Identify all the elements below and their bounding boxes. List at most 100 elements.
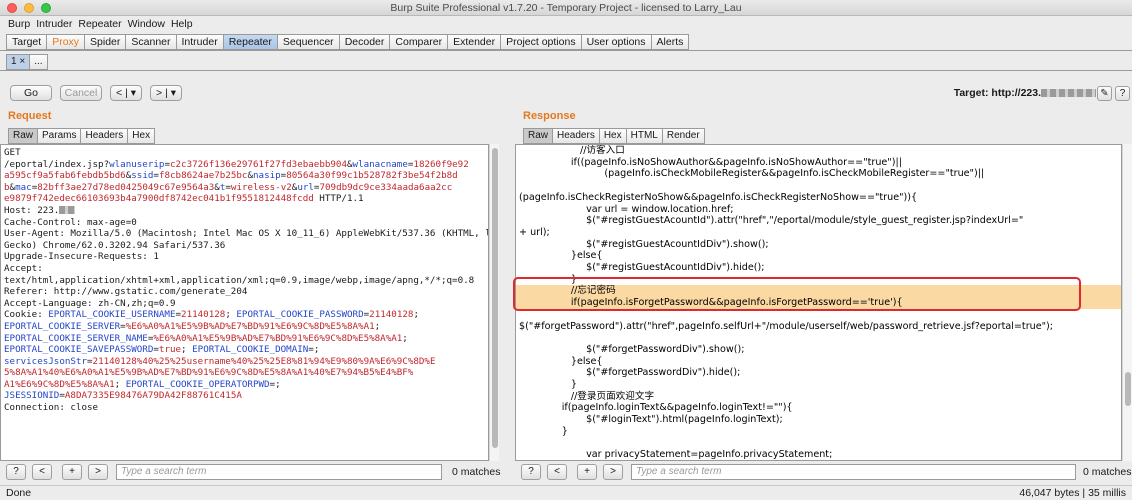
divider [0,70,1132,71]
param-value: c2c3726f136e29761f27fd3ebaebb904 [169,158,347,170]
param-value: e9879f742edec66103693b4a7900df8742ec041b… [4,193,314,205]
param-value: 18260f9e92 [413,158,469,170]
tab-repeater[interactable]: Repeater [222,34,277,50]
request-tab-bar: Raw Params Headers Hex [8,128,156,144]
response-line [519,332,1118,344]
response-line: $("#forgetPassword").attr("href",pageInf… [519,320,1054,332]
request-tab-params[interactable]: Params [38,128,82,144]
menu-window[interactable]: Window [128,18,165,30]
divider [0,50,1132,51]
highlight-annotation-box [513,277,1081,311]
request-text: Upgrade-Insecure-Requests: 1 [4,251,159,263]
search-next-button[interactable]: > [88,464,108,480]
param-name: nasip [253,170,281,182]
response-tab-headers[interactable]: Headers [553,128,600,144]
param-name: servicesJsonStr [4,355,87,367]
tab-alerts[interactable]: Alerts [650,34,690,50]
response-line: var privacyStatement=pageInfo.privacySta… [519,449,833,461]
tab-user-options[interactable]: User options [580,34,651,50]
tab-sequencer[interactable]: Sequencer [276,34,339,50]
help-button[interactable]: ? [1115,86,1130,101]
request-text: GET [4,147,21,158]
search-previous-button[interactable]: < [547,464,567,480]
go-button[interactable]: Go [10,85,52,101]
request-text: Gecko) Chrome/62.0.3202.94 Safari/537.36 [4,239,226,251]
response-scrollbar[interactable] [1122,144,1132,461]
tab-target[interactable]: Target [6,34,47,50]
status-text: Done [6,487,32,499]
request-search-input[interactable]: Type a search term [116,464,442,480]
tab-extender[interactable]: Extender [447,34,501,50]
request-line: e9879f742edec66103693b4a7900df8742ec041b… [4,193,485,205]
tab-proxy[interactable]: Proxy [46,34,85,50]
main-tab-bar: Target Proxy Spider Scanner Intruder Rep… [6,34,690,50]
add-tab-button[interactable]: ... [30,54,48,70]
response-size: 46,047 bytes | 35 millis [1019,487,1126,499]
response-tab-render[interactable]: Render [662,128,705,144]
response-line: } [519,379,577,391]
request-line: EPORTAL_COOKIE_SERVER_NAME=%E6%A0%A1%E5%… [4,333,485,345]
response-tab-hex[interactable]: Hex [599,128,627,144]
search-help-button[interactable]: ? [521,464,541,480]
request-tab-headers[interactable]: Headers [81,128,129,144]
scroll-thumb[interactable] [1125,372,1131,406]
request-text: Host: 223. [4,204,60,216]
menu-help[interactable]: Help [171,18,193,30]
menu-repeater[interactable]: Repeater [78,18,121,30]
search-help-button[interactable]: ? [6,464,26,480]
request-line: text/html,application/xhtml+xml,applicat… [4,275,485,287]
request-line: Cache-Control: max-age=0 [4,217,485,229]
request-editor[interactable]: GET/eportal/index.jsp?wlanuserip=c2c3726… [0,144,489,461]
tab-scanner[interactable]: Scanner [125,34,176,50]
response-line: //访客入口 [519,145,625,156]
request-text: Connection: close [4,402,99,414]
response-line: }else{ [519,250,603,262]
menu-burp[interactable]: Burp [8,18,30,30]
request-line: Accept: [4,263,485,275]
search-add-button[interactable]: + [577,464,597,480]
request-line: Accept-Language: zh-CN,zh;q=0.9 [4,298,485,310]
param-value: 80564a30f99c1b528782f3be54f2b8d [286,170,458,182]
search-next-button[interactable]: > [603,464,623,480]
param-value: A8DA7335E98476A79DA42F88761C415A [64,390,242,402]
tab-project-options[interactable]: Project options [500,34,581,50]
tab-decoder[interactable]: Decoder [338,34,390,50]
request-text: ; [374,320,381,332]
pencil-icon[interactable]: ✎ [1097,86,1112,101]
forward-button[interactable]: > | ▾ [150,85,182,101]
response-tab-raw[interactable]: Raw [523,128,554,144]
request-tab-hex[interactable]: Hex [128,128,156,144]
search-add-button[interactable]: + [62,464,82,480]
request-line: Connection: close [4,402,485,414]
tab-spider[interactable]: Spider [84,34,126,50]
response-line: $("#loginText").html(pageInfo.loginText)… [519,414,783,426]
search-previous-button[interactable]: < [32,464,52,480]
cancel-button[interactable]: Cancel [60,85,102,101]
scroll-thumb[interactable] [492,148,498,448]
request-scrollbar[interactable] [489,144,499,461]
param-name: EPORTAL_COOKIE_PASSWORD [236,309,364,321]
param-name: EPORTAL_COOKIE_SERVER_NAME [4,332,148,344]
request-line: 5%8A%A1%40%E6%A0%A1%E5%9B%AD%E7%BD%91%E6… [4,367,485,379]
response-line: $("#registGuestAcountId").attr("href","/… [519,215,1024,227]
request-line: Gecko) Chrome/62.0.3202.94 Safari/537.36 [4,240,485,252]
title-bar: Burp Suite Professional v1.7.20 - Tempor… [0,0,1132,16]
param-value: 709db9dc9ce334aada6aa2cc [319,181,453,193]
menu-intruder[interactable]: Intruder [36,18,72,30]
response-tab-html[interactable]: HTML [626,128,663,144]
tab-comparer[interactable]: Comparer [389,34,448,50]
request-line: a595cf9a5fab6febdb5bd6&ssid=f8cb8624ae7b… [4,170,485,182]
request-text: ; [402,332,408,344]
request-line: EPORTAL_COOKIE_SERVER=%E6%A0%A1%E5%9B%AD… [4,321,485,333]
tab-intruder[interactable]: Intruder [175,34,223,50]
back-button[interactable]: < | ▾ [110,85,142,101]
param-name: wlanuserip [109,158,165,170]
menu-bar: Burp Intruder Repeater Window Help [0,16,1132,32]
repeater-tab-1[interactable]: 1 × [6,54,31,70]
request-tab-raw[interactable]: Raw [8,128,39,144]
param-name: JSESSIONID [4,390,60,402]
request-text: Accept-Language: zh-CN,zh;q=0.9 [4,297,176,309]
response-line: } [519,425,568,437]
response-search-input[interactable]: Type a search term [631,464,1076,480]
request-line: A1%E6%9C%8D%E5%8A%A1; EPORTAL_COOKIE_OPE… [4,379,485,391]
